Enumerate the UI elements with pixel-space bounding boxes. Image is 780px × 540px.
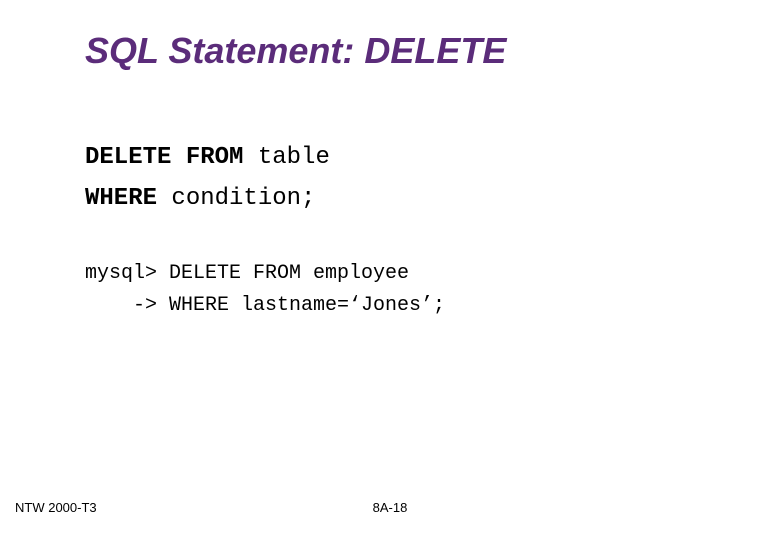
example-block: mysql> DELETE FROM employee -> WHERE las… — [85, 258, 445, 322]
syntax-param-table: table — [258, 144, 330, 171]
syntax-line-1: DELETE FROM table — [85, 138, 330, 179]
footer-left: NTW 2000-T3 — [15, 500, 97, 515]
syntax-line-2: WHERE condition; — [85, 179, 330, 220]
example-line-2: -> WHERE lastname=‘Jones’; — [133, 290, 445, 322]
footer-center: 8A-18 — [373, 500, 408, 515]
syntax-block: DELETE FROM table WHERE condition; — [85, 138, 330, 220]
slide-title: SQL Statement: DELETE — [85, 30, 506, 72]
syntax-keyword-delete-from: DELETE FROM — [85, 144, 258, 171]
syntax-param-condition: condition; — [171, 185, 315, 212]
syntax-keyword-where: WHERE — [85, 185, 171, 212]
example-line-1: mysql> DELETE FROM employee — [85, 258, 445, 290]
